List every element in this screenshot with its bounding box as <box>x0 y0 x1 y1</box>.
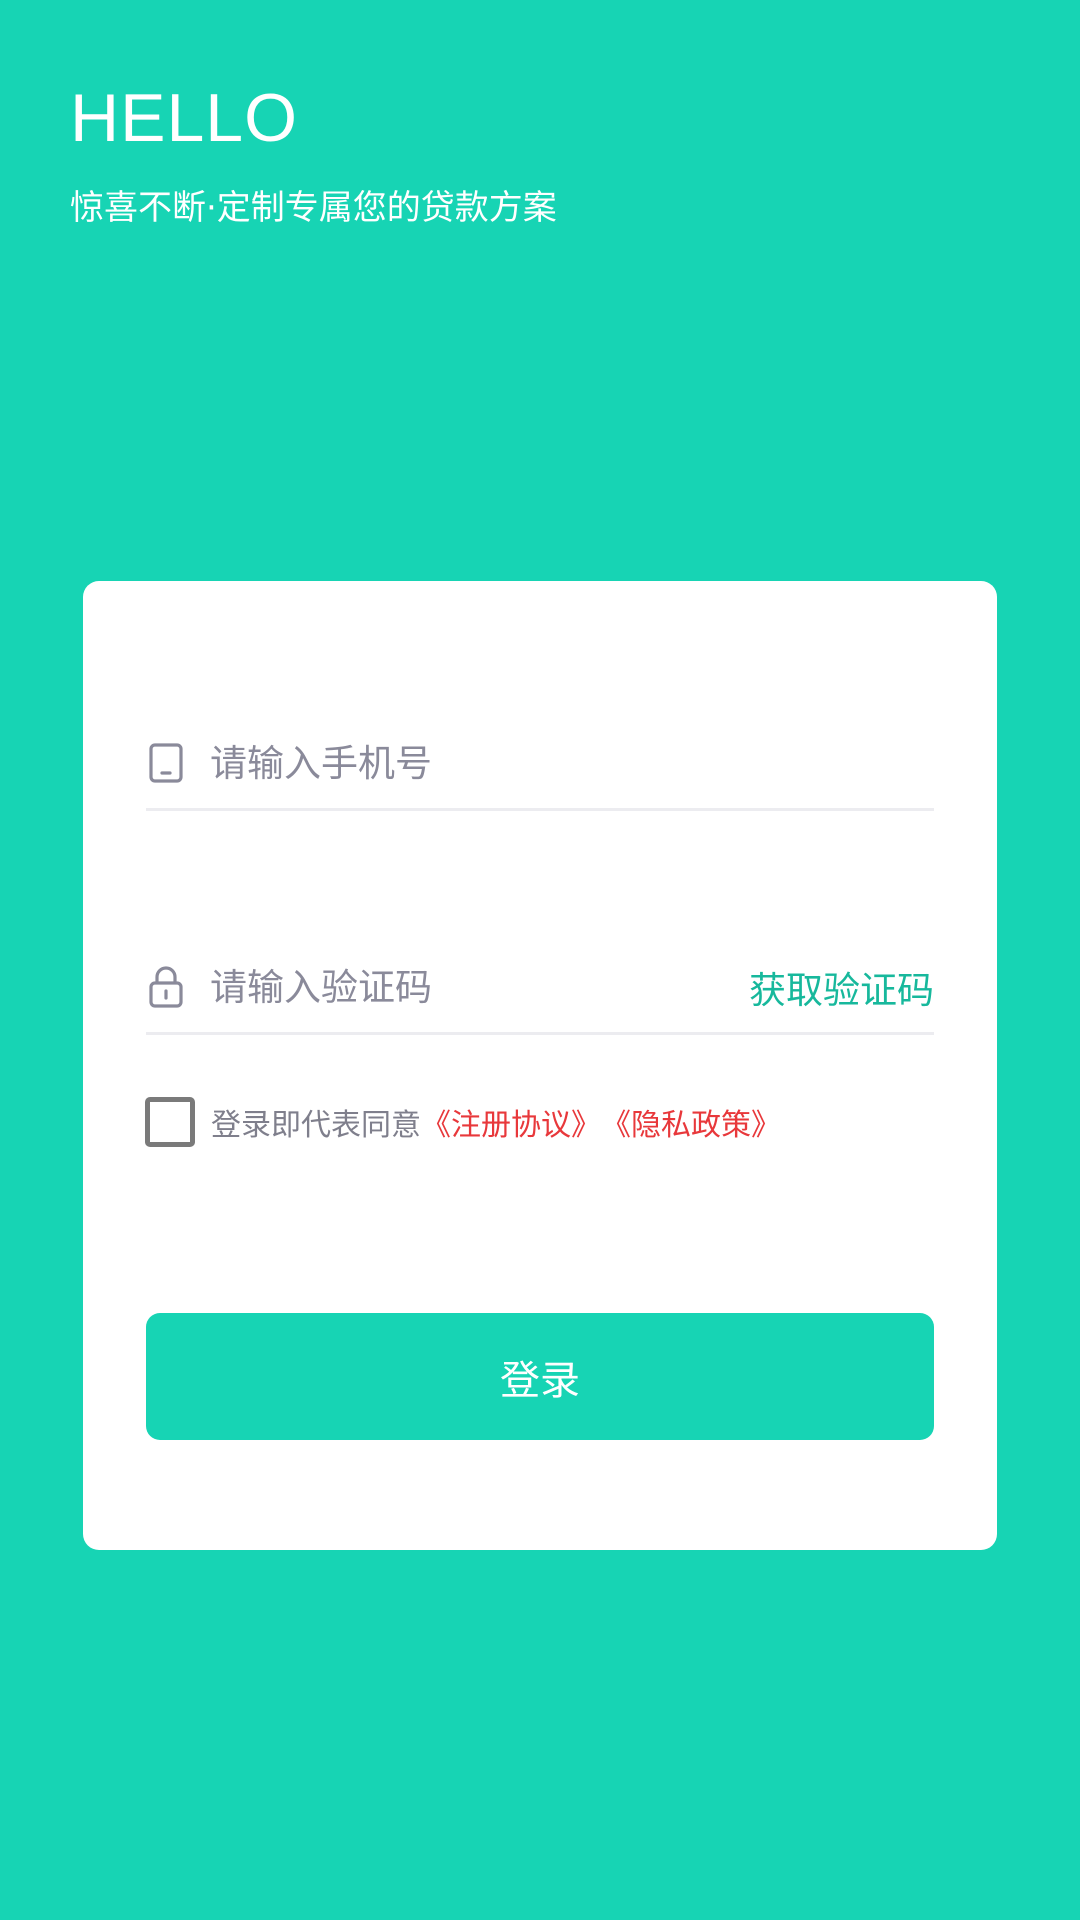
privacy-policy-link[interactable]: 《隐私政策》 <box>601 1100 781 1144</box>
agreement-row: 登录即代表同意 《注册协议》 《隐私政策》 <box>145 1097 781 1147</box>
phone-input[interactable] <box>210 733 934 793</box>
phone-field <box>146 718 934 811</box>
login-card: 获取验证码 登录即代表同意 《注册协议》 《隐私政策》 登录 <box>83 581 997 1550</box>
login-button[interactable]: 登录 <box>146 1313 934 1440</box>
get-code-button[interactable]: 获取验证码 <box>749 960 934 1014</box>
lock-icon <box>146 963 186 1011</box>
agreement-text: 登录即代表同意 <box>211 1108 421 1143</box>
phone-icon <box>146 739 186 787</box>
register-agreement-link[interactable]: 《注册协议》 <box>421 1100 601 1144</box>
code-input[interactable] <box>210 957 749 1017</box>
agreement-checkbox[interactable] <box>145 1097 195 1147</box>
greeting-title: HELLO <box>70 80 298 156</box>
code-field: 获取验证码 <box>146 942 934 1035</box>
tagline: 惊喜不断·定制专属您的贷款方案 <box>70 188 557 228</box>
